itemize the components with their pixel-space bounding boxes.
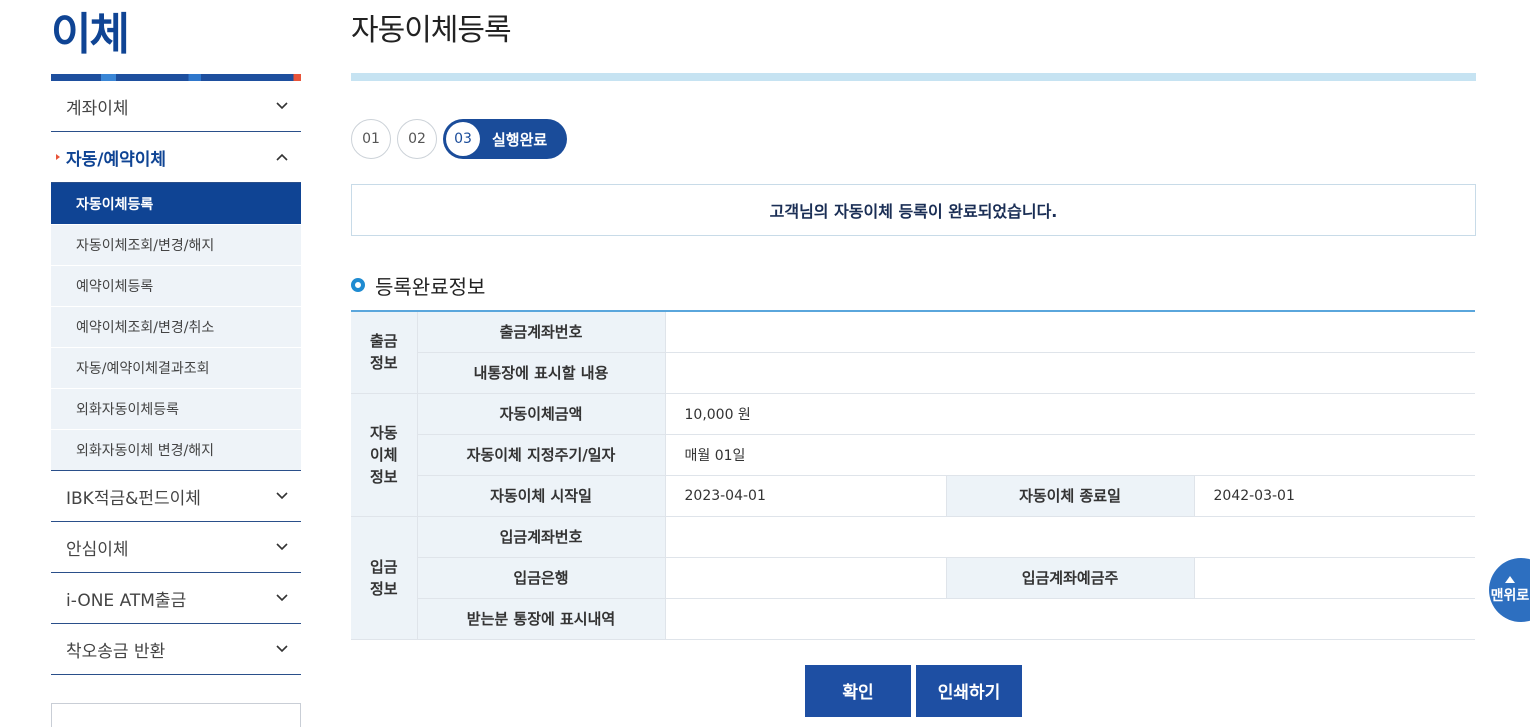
sidebar: 이체 계좌이체 자동/예약이체 자동이체등록 자동이체조회/변경/해지 예약이체… xyxy=(51,0,301,727)
arrow-up-icon xyxy=(1505,575,1515,583)
chevron-down-icon xyxy=(275,540,289,554)
menu-item-label: 안심이체 xyxy=(66,539,129,560)
table-row: 내통장에 표시할 내용 xyxy=(351,352,1475,394)
page-title-bar xyxy=(351,73,1476,81)
label-withdraw-account: 출금계좌번호 xyxy=(417,311,666,353)
menu-item-atm-withdraw[interactable]: i-ONE ATM출금 xyxy=(51,573,301,624)
step-indicator: 01 02 03 실행완료 xyxy=(351,119,1476,159)
menu-item-label: 착오송금 반환 xyxy=(66,641,166,662)
label-amount: 자동이체금액 xyxy=(417,393,666,435)
label-cycle: 자동이체 지정주기/일자 xyxy=(417,434,666,476)
table-row: 출금 정보 출금계좌번호 xyxy=(351,311,1475,394)
table-row: 받는분 통장에 표시내역 xyxy=(351,598,1475,640)
main-content: 자동이체등록 01 02 03 실행완료 고객님의 자동이체 등록이 완료되었습… xyxy=(351,0,1476,717)
label-start-date: 자동이체 시작일 xyxy=(417,475,666,517)
chevron-down-icon xyxy=(275,489,289,503)
value-cycle: 매월 01일 xyxy=(665,434,1475,476)
value-end-date: 2042-03-01 xyxy=(1194,475,1475,517)
action-buttons: 확인 인쇄하기 xyxy=(351,664,1476,717)
value-deposit-bank xyxy=(665,557,947,599)
section-heading-text: 등록완료정보 xyxy=(375,274,486,299)
label-end-date: 자동이체 종료일 xyxy=(946,475,1195,517)
menu-item-label: 자동/예약이체 xyxy=(66,149,167,170)
table-row: 자동 이체 정보 자동이체금액 10,000 원 xyxy=(351,393,1475,517)
menu-item-auto-reserved-transfer[interactable]: 자동/예약이체 xyxy=(51,132,301,183)
label-deposit-account: 입금계좌번호 xyxy=(417,516,666,558)
menu-item-mistaken-remittance-return[interactable]: 착오송금 반환 xyxy=(51,624,301,675)
submenu-item-fx-auto-transfer-register[interactable]: 외화자동이체등록 xyxy=(51,389,301,430)
menu-item-account-transfer[interactable]: 계좌이체 xyxy=(51,81,301,132)
group-label-auto-transfer: 자동 이체 정보 xyxy=(351,393,418,517)
table-row: 자동이체 시작일 2023-04-01 자동이체 종료일 2042-03-01 xyxy=(351,475,1475,517)
group-label-text: 출금 정보 xyxy=(369,332,398,373)
group-label-withdraw: 출금 정보 xyxy=(351,311,418,394)
label-passbook-text: 내통장에 표시할 내용 xyxy=(417,352,666,394)
submenu-item-auto-transfer-inquiry[interactable]: 자동이체조회/변경/해지 xyxy=(51,225,301,266)
sidebar-banner-box xyxy=(51,703,301,727)
label-deposit-holder: 입금계좌예금주 xyxy=(946,557,1195,599)
submenu-item-reserved-transfer-inquiry[interactable]: 예약이체조회/변경/취소 xyxy=(51,307,301,348)
scroll-to-top-label: 맨위로 xyxy=(1490,587,1530,604)
submenu-item-reserved-transfer-register[interactable]: 예약이체등록 xyxy=(51,266,301,307)
submenu: 자동이체등록 자동이체조회/변경/해지 예약이체등록 예약이체조회/변경/취소 … xyxy=(51,183,301,471)
step-03-label: 실행완료 xyxy=(492,130,548,149)
menu-item-label: 계좌이체 xyxy=(66,98,129,119)
scroll-to-top-button[interactable]: 맨위로 xyxy=(1489,558,1530,622)
chevron-down-icon xyxy=(275,642,289,656)
label-recipient-text: 받는분 통장에 표시내역 xyxy=(417,598,666,640)
menu-item-ibk-savings-fund[interactable]: IBK적금&펀드이체 xyxy=(51,471,301,522)
submenu-item-auto-transfer-register[interactable]: 자동이체등록 xyxy=(51,183,301,225)
step-01: 01 xyxy=(351,119,391,159)
step-03-number: 03 xyxy=(446,122,480,156)
value-amount: 10,000 원 xyxy=(665,393,1475,435)
table-row: 입금은행 입금계좌예금주 xyxy=(351,557,1475,599)
group-label-text: 입금 정보 xyxy=(369,557,398,598)
value-start-date: 2023-04-01 xyxy=(665,475,947,517)
submenu-item-fx-auto-transfer-change[interactable]: 외화자동이체 변경/해지 xyxy=(51,430,301,471)
value-deposit-holder xyxy=(1194,557,1475,599)
menu-item-safe-transfer[interactable]: 안심이체 xyxy=(51,522,301,573)
section-heading: 등록완료정보 xyxy=(351,272,1476,299)
step-03-active: 03 실행완료 xyxy=(443,119,568,159)
section-title: 이체 xyxy=(51,9,130,60)
group-label-text: 자동 이체 정보 xyxy=(369,423,398,486)
group-label-deposit: 입금 정보 xyxy=(351,516,418,640)
chevron-down-icon xyxy=(275,591,289,605)
menu-item-label: IBK적금&펀드이체 xyxy=(66,488,201,509)
value-deposit-account xyxy=(665,516,1475,558)
registration-info-table: 출금 정보 출금계좌번호 내통장에 표시할 내용 자동 이체 정보 자동이체금액… xyxy=(351,310,1475,640)
page-title: 자동이체등록 xyxy=(351,13,512,48)
value-passbook-text xyxy=(665,352,1475,394)
table-row: 입금 정보 입금계좌번호 xyxy=(351,516,1475,640)
chevron-down-icon xyxy=(275,99,289,113)
table-row: 자동이체 지정주기/일자 매월 01일 xyxy=(351,434,1475,476)
step-02: 02 xyxy=(397,119,437,159)
bullet-icon xyxy=(56,154,60,160)
print-button[interactable]: 인쇄하기 xyxy=(916,664,1022,717)
chevron-up-icon xyxy=(275,150,289,164)
confirm-button[interactable]: 확인 xyxy=(805,664,911,717)
completion-notice: 고객님의 자동이체 등록이 완료되었습니다. xyxy=(351,184,1476,236)
section-title-bar xyxy=(51,74,301,81)
menu-item-label: i-ONE ATM출금 xyxy=(66,590,187,611)
ring-bullet-icon xyxy=(351,278,365,292)
label-deposit-bank: 입금은행 xyxy=(417,557,666,599)
value-recipient-text xyxy=(665,598,1475,640)
value-withdraw-account xyxy=(665,311,1475,353)
submenu-item-transfer-result-inquiry[interactable]: 자동/예약이체결과조회 xyxy=(51,348,301,389)
